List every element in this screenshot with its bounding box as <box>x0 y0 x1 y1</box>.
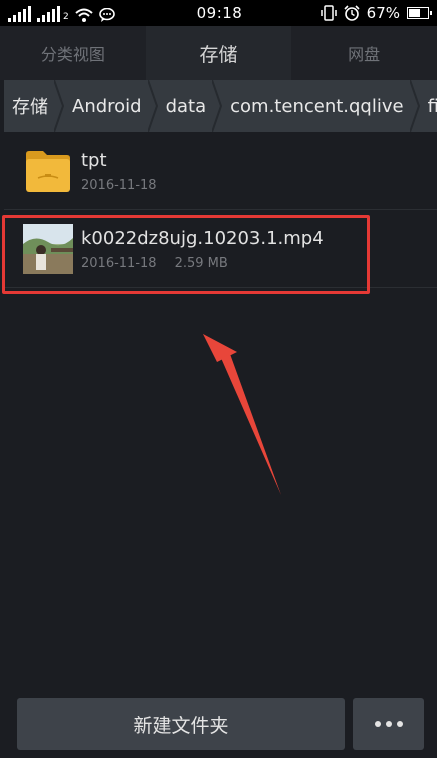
file-meta: tpt 2016-11-18 <box>81 149 157 193</box>
breadcrumb: 存储 Android data com.tencent.qqlive files <box>4 80 437 132</box>
new-folder-button[interactable]: 新建文件夹 <box>17 698 345 750</box>
vibrate-icon <box>320 5 337 21</box>
highlight-box <box>2 215 370 294</box>
battery-fill <box>409 9 421 17</box>
signal-icon: 2 <box>37 6 69 22</box>
breadcrumb-separator-icon <box>409 80 420 132</box>
breadcrumb-separator-icon <box>54 80 64 132</box>
annotation-arrow-icon <box>203 334 281 495</box>
breadcrumb-item-files[interactable]: files <box>420 80 437 132</box>
dot <box>385 721 392 727</box>
status-bar: 2 09:18 67% <box>0 0 437 26</box>
breadcrumb-item-data[interactable]: data <box>158 80 213 132</box>
dot <box>396 721 403 727</box>
alarm-icon <box>344 5 360 21</box>
signal-icon <box>8 6 31 22</box>
folder-icon <box>23 146 73 196</box>
list-item-folder[interactable]: tpt 2016-11-18 <box>4 132 437 210</box>
network-sub-label: 2 <box>63 12 69 22</box>
tab-bar: 分类视图 存储 网盘 <box>0 26 437 80</box>
dot <box>374 721 381 727</box>
wifi-icon <box>75 8 93 22</box>
breadcrumb-separator-icon <box>212 80 223 132</box>
file-info: 2016-11-18 <box>81 178 157 193</box>
breadcrumb-item-android[interactable]: Android <box>64 80 148 132</box>
tab-storage[interactable]: 存储 <box>145 26 292 80</box>
tab-category-view[interactable]: 分类视图 <box>0 26 146 80</box>
tab-cloud-disk[interactable]: 网盘 <box>291 26 437 80</box>
breadcrumb-separator-icon <box>147 80 158 132</box>
message-icon <box>98 8 115 22</box>
battery-percent: 67% <box>366 4 400 22</box>
more-icon[interactable] <box>353 698 424 750</box>
battery-icon <box>407 7 432 19</box>
file-date: 2016-11-18 <box>81 177 157 193</box>
breadcrumb-item-package[interactable]: com.tencent.qqlive <box>222 80 409 132</box>
status-right: 67% <box>299 4 432 22</box>
breadcrumb-item-storage[interactable]: 存储 <box>4 80 54 132</box>
file-name: tpt <box>81 149 107 171</box>
bottom-bar: 新建文件夹 <box>0 688 437 758</box>
clock: 09:18 <box>196 4 243 22</box>
